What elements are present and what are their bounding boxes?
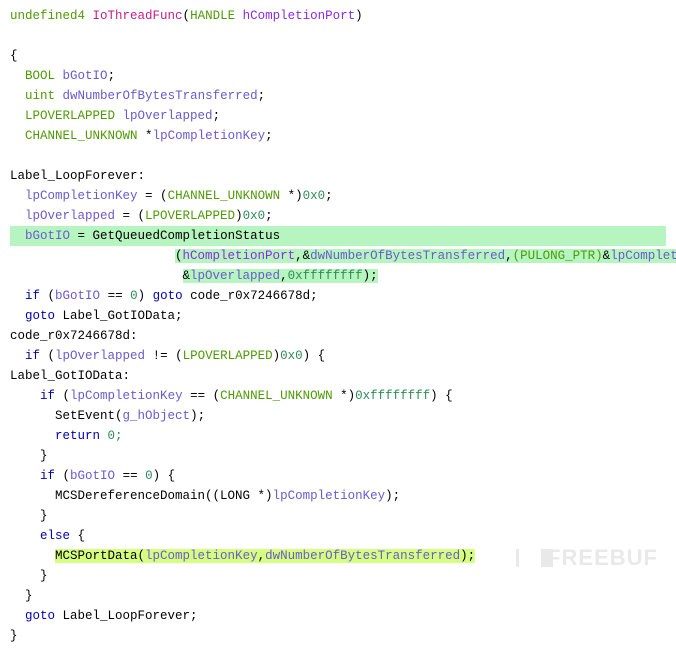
code-line: SetEvent(g_hObject); [10,406,666,426]
code-line: lpCompletionKey = (CHANNEL_UNKNOWN *)0x0… [10,186,666,206]
watermark-icon [516,549,541,567]
label-loop: Label_LoopForever: [10,166,666,186]
code-line-highlight: bGotIO = GetQueuedCompletionStatus [10,226,666,246]
code-line: } [10,626,666,646]
code-line: uint dwNumberOfBytesTransferred; [10,86,666,106]
code-line-highlight: &lpOverlapped,0xffffffff); [10,266,666,286]
code-line: if (lpOverlapped != (LPOVERLAPPED)0x0) { [10,346,666,366]
code-line: if (bGotIO == 0) { [10,466,666,486]
code-line: goto Label_LoopForever; [10,606,666,626]
code-line: } [10,506,666,526]
code-line: BOOL bGotIO; [10,66,666,86]
label-code: code_r0x7246678d: [10,326,666,346]
code-line: CHANNEL_UNKNOWN *lpCompletionKey; [10,126,666,146]
code-line [10,26,666,46]
code-line: lpOverlapped = (LPOVERLAPPED)0x0; [10,206,666,226]
code-line: goto Label_GotIOData; [10,306,666,326]
code-line: undefined4 IoThreadFunc(HANDLE hCompleti… [10,6,666,26]
code-line: if (lpCompletionKey == (CHANNEL_UNKNOWN … [10,386,666,406]
code-line: } [10,586,666,606]
code-line: } [10,446,666,466]
code-line: LPOVERLAPPED lpOverlapped; [10,106,666,126]
code-line: if (bGotIO == 0) goto code_r0x7246678d; [10,286,666,306]
code-line: return 0; [10,426,666,446]
code-line: MCSDereferenceDomain((LONG *)lpCompletio… [10,486,666,506]
code-line: { [10,46,666,66]
code-line [10,146,666,166]
code-line-highlight: (hCompletionPort,&dwNumberOfBytesTransfe… [10,246,666,266]
label-gotio: Label_GotIOData: [10,366,666,386]
watermark: FREEBUF [516,540,658,575]
